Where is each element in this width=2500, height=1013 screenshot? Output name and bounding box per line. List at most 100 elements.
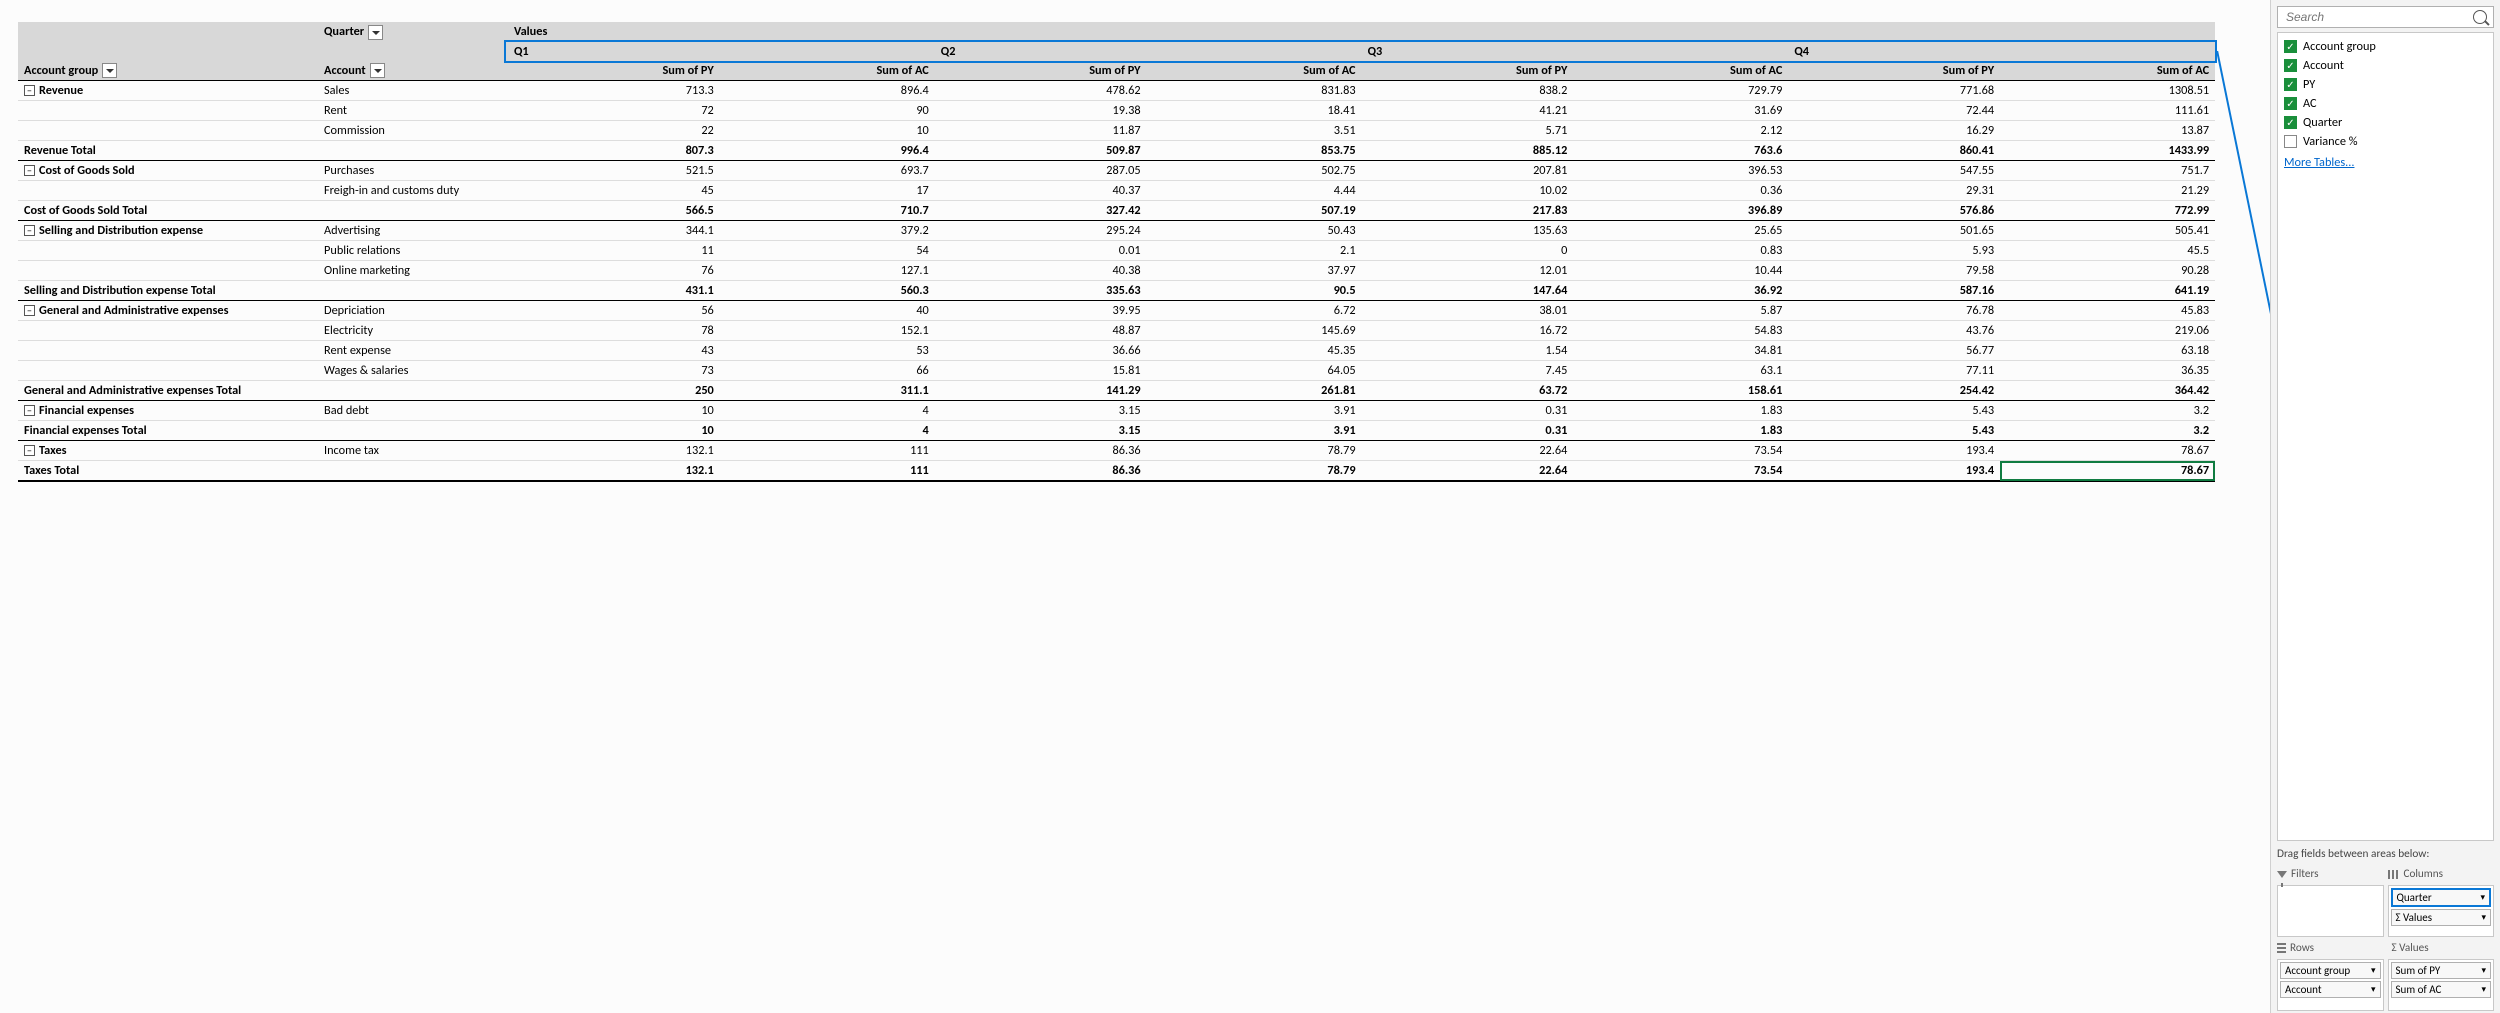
value-cell[interactable]: 22	[508, 121, 720, 141]
value-cell[interactable]: 145.69	[1147, 321, 1362, 341]
value-cell[interactable]: 72.44	[1788, 101, 2000, 121]
value-cell[interactable]: 13.87	[2000, 121, 2215, 141]
value-cell[interactable]: 73.54	[1573, 441, 1788, 461]
total-value-cell[interactable]: 217.83	[1362, 201, 1574, 221]
account-cell[interactable]: Rent	[318, 101, 508, 121]
value-cell[interactable]: 4	[720, 401, 935, 421]
value-cell[interactable]: 64.05	[1147, 361, 1362, 381]
value-cell[interactable]: 79.58	[1788, 261, 2000, 281]
value-cell[interactable]: 16.29	[1788, 121, 2000, 141]
value-cell[interactable]: 5.87	[1573, 301, 1788, 321]
value-cell[interactable]: 193.4	[1788, 441, 2000, 461]
total-value-cell[interactable]: 3.15	[935, 421, 1147, 441]
value-cell[interactable]: 73	[508, 361, 720, 381]
value-cell[interactable]: 48.87	[935, 321, 1147, 341]
total-value-cell[interactable]: 132.1	[508, 461, 720, 482]
value-cell[interactable]: 5.71	[1362, 121, 1574, 141]
area-field-pill[interactable]: Sum of AC▾	[2391, 981, 2492, 998]
field-search[interactable]	[2277, 6, 2494, 28]
column-header-quarter[interactable]: Q4	[1788, 42, 2215, 61]
total-value-cell[interactable]: 86.36	[935, 461, 1147, 482]
value-cell[interactable]: 896.4	[720, 81, 935, 101]
value-cell[interactable]: 3.2	[2000, 401, 2215, 421]
account-cell[interactable]: Online marketing	[318, 261, 508, 281]
value-cell[interactable]: 31.69	[1573, 101, 1788, 121]
value-cell[interactable]: 77.11	[1788, 361, 2000, 381]
value-cell[interactable]: 127.1	[720, 261, 935, 281]
value-cell[interactable]: 0.36	[1573, 181, 1788, 201]
collapse-icon[interactable]: −	[24, 405, 35, 416]
total-value-cell[interactable]: 158.61	[1573, 381, 1788, 401]
total-value-cell[interactable]: 853.75	[1147, 141, 1362, 161]
collapse-icon[interactable]: −	[24, 165, 35, 176]
value-cell[interactable]: 34.81	[1573, 341, 1788, 361]
value-cell[interactable]: 45.5	[2000, 241, 2215, 261]
account-cell[interactable]: Public relations	[318, 241, 508, 261]
value-cell[interactable]: 751.7	[2000, 161, 2215, 181]
value-cell[interactable]: 135.63	[1362, 221, 1574, 241]
value-cell[interactable]: 21.29	[2000, 181, 2215, 201]
field-search-input[interactable]	[2284, 9, 2473, 25]
rows-area[interactable]: Account group▾ Account▾	[2277, 959, 2384, 1011]
measure-header[interactable]: Sum of PY	[935, 61, 1147, 81]
value-cell[interactable]: 693.7	[720, 161, 935, 181]
value-cell[interactable]: 111.61	[2000, 101, 2215, 121]
value-cell[interactable]: 45.83	[2000, 301, 2215, 321]
value-cell[interactable]: 76.78	[1788, 301, 2000, 321]
total-value-cell[interactable]: 63.72	[1362, 381, 1574, 401]
value-cell[interactable]: 3.15	[935, 401, 1147, 421]
total-value-cell[interactable]: 335.63	[935, 281, 1147, 301]
checkbox-icon[interactable]	[2284, 40, 2297, 53]
value-cell[interactable]: 56	[508, 301, 720, 321]
account-cell[interactable]: Advertising	[318, 221, 508, 241]
value-cell[interactable]: 22.64	[1362, 441, 1574, 461]
value-cell[interactable]: 38.01	[1362, 301, 1574, 321]
value-cell[interactable]: 5.43	[1788, 401, 2000, 421]
account-group-cell[interactable]: −General and Administrative expenses	[18, 301, 318, 321]
value-cell[interactable]: 4.44	[1147, 181, 1362, 201]
value-cell[interactable]: 5.93	[1788, 241, 2000, 261]
total-value-cell[interactable]: 772.99	[2000, 201, 2215, 221]
total-value-cell[interactable]: 327.42	[935, 201, 1147, 221]
total-value-cell[interactable]: 10	[508, 421, 720, 441]
value-cell[interactable]: 152.1	[720, 321, 935, 341]
value-cell[interactable]: 54.83	[1573, 321, 1788, 341]
total-value-cell[interactable]: 996.4	[720, 141, 935, 161]
value-cell[interactable]: 207.81	[1362, 161, 1574, 181]
total-value-cell[interactable]: 763.6	[1573, 141, 1788, 161]
value-cell[interactable]: 10	[720, 121, 935, 141]
total-value-cell[interactable]: 587.16	[1788, 281, 2000, 301]
value-cell[interactable]: 521.5	[508, 161, 720, 181]
value-cell[interactable]: 1308.51	[2000, 81, 2215, 101]
value-cell[interactable]: 53	[720, 341, 935, 361]
area-field-pill[interactable]: Account▾	[2280, 981, 2381, 998]
value-cell[interactable]: 502.75	[1147, 161, 1362, 181]
total-value-cell[interactable]: 396.89	[1573, 201, 1788, 221]
value-cell[interactable]: 713.3	[508, 81, 720, 101]
account-cell[interactable]: Sales	[318, 81, 508, 101]
total-value-cell[interactable]: 1433.99	[2000, 141, 2215, 161]
total-value-cell[interactable]: 710.7	[720, 201, 935, 221]
value-cell[interactable]: 132.1	[508, 441, 720, 461]
measure-header[interactable]: Sum of PY	[1788, 61, 2000, 81]
account-group-filter-dropdown[interactable]	[102, 63, 117, 78]
value-cell[interactable]: 11	[508, 241, 720, 261]
total-value-cell[interactable]: 507.19	[1147, 201, 1362, 221]
collapse-icon[interactable]: −	[24, 305, 35, 316]
value-cell[interactable]: 505.41	[2000, 221, 2215, 241]
value-cell[interactable]: 831.83	[1147, 81, 1362, 101]
value-cell[interactable]: 219.06	[2000, 321, 2215, 341]
value-cell[interactable]: 6.72	[1147, 301, 1362, 321]
area-field-pill[interactable]: Account group▾	[2280, 962, 2381, 979]
account-cell[interactable]: Freigh-in and customs duty	[318, 181, 508, 201]
value-cell[interactable]: 10.02	[1362, 181, 1574, 201]
field-item[interactable]: Variance %	[2284, 132, 2487, 151]
value-cell[interactable]: 478.62	[935, 81, 1147, 101]
value-cell[interactable]: 3.51	[1147, 121, 1362, 141]
value-cell[interactable]: 72	[508, 101, 720, 121]
account-cell[interactable]: Purchases	[318, 161, 508, 181]
value-cell[interactable]: 45	[508, 181, 720, 201]
value-cell[interactable]: 86.36	[935, 441, 1147, 461]
filters-area[interactable]	[2277, 885, 2384, 937]
value-cell[interactable]: 1.54	[1362, 341, 1574, 361]
